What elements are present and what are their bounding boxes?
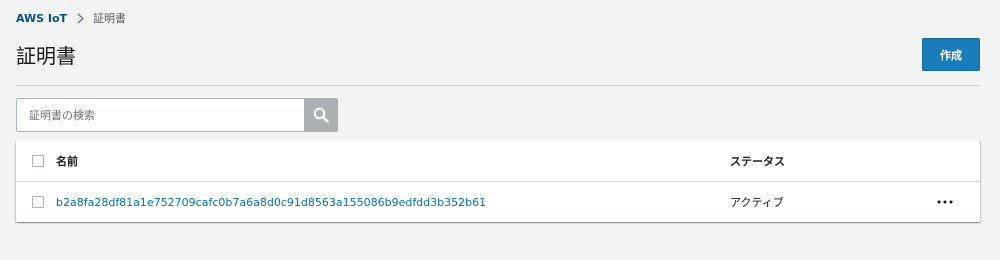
breadcrumb-aws-iot-link[interactable]: AWS IoT xyxy=(16,12,67,25)
certificate-name-link[interactable]: b2a8fa28df81a1e752709cafc0b7a6a8d0c91d85… xyxy=(56,196,486,209)
more-horizontal-icon xyxy=(937,200,953,204)
search-icon xyxy=(313,107,329,123)
search-button[interactable] xyxy=(304,98,338,132)
breadcrumb: AWS IoT 証明書 xyxy=(16,10,126,26)
row-actions-button[interactable] xyxy=(934,194,956,210)
column-header-name[interactable]: 名前 xyxy=(56,153,78,169)
search-input[interactable] xyxy=(16,98,304,132)
column-header-status[interactable]: ステータス xyxy=(730,153,785,169)
certificates-table: 名前 ステータス b2a8fa28df81a1e752709cafc0b7a6a… xyxy=(16,141,980,222)
header-divider xyxy=(16,85,980,86)
table-header-row: 名前 ステータス xyxy=(16,141,980,182)
chevron-right-icon xyxy=(77,13,84,24)
breadcrumb-current: 証明書 xyxy=(93,12,127,25)
certificate-status: アクティブ xyxy=(730,196,784,209)
create-button[interactable]: 作成 xyxy=(922,38,980,71)
row-checkbox[interactable] xyxy=(32,196,44,208)
table-row: b2a8fa28df81a1e752709cafc0b7a6a8d0c91d85… xyxy=(16,182,980,222)
search-bar xyxy=(16,98,338,132)
select-all-checkbox[interactable] xyxy=(32,155,44,167)
page-title: 証明書 xyxy=(16,44,76,68)
